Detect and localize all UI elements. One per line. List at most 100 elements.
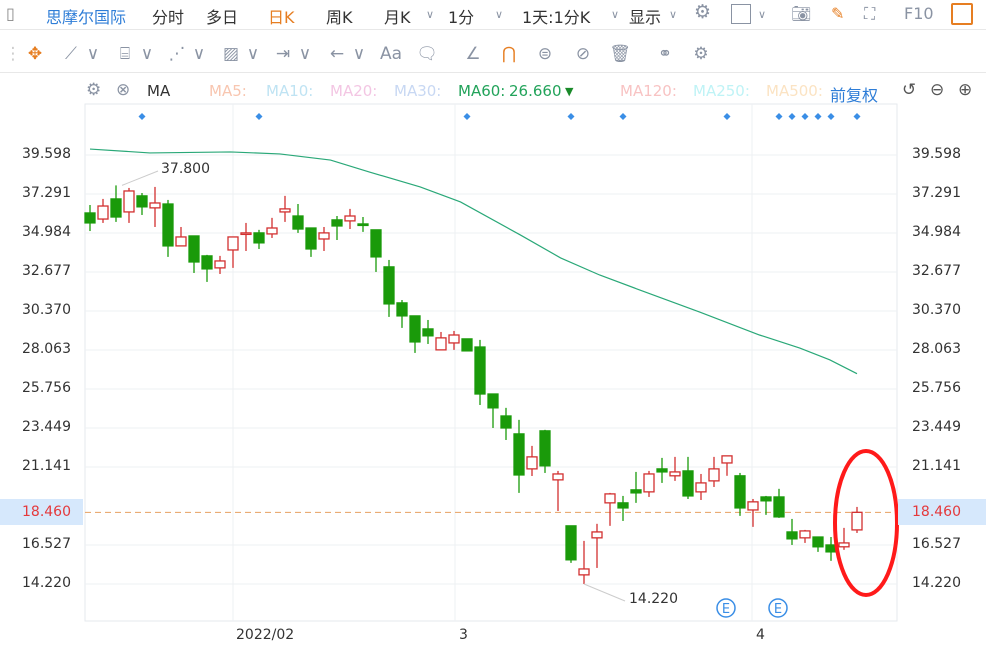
- candle-body: [202, 256, 212, 269]
- candle: [527, 446, 537, 476]
- candle: [345, 209, 355, 229]
- y-tick-label: 37.291: [22, 185, 71, 201]
- candle-body: [644, 474, 654, 492]
- candle-body: [787, 532, 797, 539]
- current-price-left: 18.460: [0, 499, 83, 525]
- candle: [800, 530, 810, 543]
- candle: [189, 236, 199, 273]
- candlestick-chart[interactable]: EE: [0, 0, 986, 649]
- plot-frame: [85, 104, 897, 621]
- candle-body: [436, 338, 446, 350]
- candle: [787, 519, 797, 545]
- candle: [748, 499, 758, 527]
- candle-body: [813, 537, 823, 547]
- candle: [241, 223, 251, 251]
- event-marker-icon: [802, 113, 809, 120]
- candle-body: [553, 474, 563, 480]
- candle-body: [735, 476, 745, 508]
- event-marker-icon: [815, 113, 822, 120]
- candle: [722, 456, 732, 476]
- earnings-marker-label: E: [774, 602, 782, 617]
- candle: [839, 528, 849, 550]
- candle-body: [709, 469, 719, 481]
- candle-body: [423, 329, 433, 336]
- event-marker-icon: [620, 113, 627, 120]
- candle: [449, 331, 459, 350]
- y-tick-label: 25.756: [22, 380, 71, 396]
- candle-body: [189, 236, 199, 262]
- candle: [397, 300, 407, 328]
- max-leader-line: [122, 171, 158, 185]
- candle-body: [800, 531, 810, 538]
- event-marker-icon: [464, 113, 471, 120]
- x-tick-label: 2022/02: [236, 627, 294, 643]
- candle-body: [267, 228, 277, 234]
- candle: [553, 471, 563, 511]
- candle-body: [85, 213, 95, 223]
- candle: [774, 489, 784, 518]
- candle-body: [332, 220, 342, 226]
- event-marker-icon: [828, 113, 835, 120]
- event-marker-icon: [789, 113, 796, 120]
- candle: [579, 541, 589, 584]
- candle-body: [111, 199, 121, 217]
- event-marker-icon: [568, 113, 575, 120]
- event-marker-icon: [854, 113, 861, 120]
- candle-body: [410, 316, 420, 342]
- candle: [319, 227, 329, 251]
- earnings-marker-label: E: [722, 602, 730, 617]
- y-tick-label: 39.598: [912, 146, 961, 162]
- candle-body: [215, 261, 225, 268]
- candle: [631, 472, 641, 503]
- candle-body: [254, 233, 264, 243]
- event-marker-icon: [256, 113, 263, 120]
- y-tick-label: 37.291: [912, 185, 961, 201]
- candle-body: [449, 335, 459, 343]
- candle-body: [631, 490, 641, 493]
- candle: [462, 339, 472, 351]
- candle-body: [150, 203, 160, 208]
- x-tick-label: 3: [459, 627, 468, 643]
- candle-body: [319, 233, 329, 239]
- y-tick-label: 32.677: [912, 263, 961, 279]
- candle: [306, 228, 316, 257]
- event-marker-icon: [139, 113, 146, 120]
- event-marker-icon: [724, 113, 731, 120]
- candle-body: [592, 532, 602, 538]
- candle: [696, 474, 706, 500]
- candle: [683, 457, 693, 499]
- candle-body: [852, 512, 862, 530]
- candle-body: [605, 494, 615, 503]
- candle: [124, 188, 134, 223]
- y-tick-label: 32.677: [22, 263, 71, 279]
- candle-body: [501, 416, 511, 428]
- candle: [358, 217, 368, 232]
- candle: [423, 320, 433, 344]
- candle-body: [358, 224, 368, 226]
- candle-body: [579, 569, 589, 575]
- candle: [540, 430, 550, 473]
- candle-body: [176, 237, 186, 246]
- candle: [436, 332, 446, 350]
- candle-body: [475, 347, 485, 394]
- y-tick-label: 14.220: [22, 575, 71, 591]
- y-tick-label: 34.984: [22, 224, 71, 240]
- candle: [605, 493, 615, 526]
- candle: [371, 230, 381, 272]
- candle: [137, 193, 147, 215]
- event-marker-icon: [776, 113, 783, 120]
- candle-body: [748, 502, 758, 510]
- min-price-label: 14.220: [629, 591, 678, 607]
- candle: [644, 471, 654, 497]
- candle: [228, 237, 238, 268]
- y-tick-label: 21.141: [22, 458, 71, 474]
- candle: [670, 457, 680, 481]
- candle: [280, 196, 290, 222]
- candle-body: [683, 471, 693, 496]
- y-tick-label: 16.527: [912, 536, 961, 552]
- candle-body: [839, 543, 849, 547]
- candle: [488, 394, 498, 428]
- candle: [475, 340, 485, 405]
- y-tick-label: 34.984: [912, 224, 961, 240]
- x-tick-label: 4: [756, 627, 765, 643]
